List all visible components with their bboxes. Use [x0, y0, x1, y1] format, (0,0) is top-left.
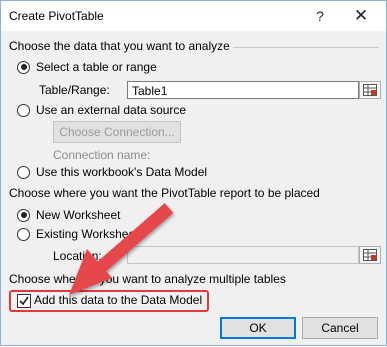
add-to-data-model-label: Add this data to the Data Model [34, 293, 203, 307]
connection-name-label: Connection name: [53, 148, 151, 162]
radio-external-source[interactable]: Use an external data source [17, 102, 186, 118]
multiple-tables-section-title: Choose whether you want to analyze multi… [9, 272, 286, 286]
radio-existing-worksheet-dot[interactable] [17, 227, 30, 241]
existing-worksheet-label: Existing Worksheet [36, 227, 139, 241]
radio-existing-worksheet[interactable]: Existing Worksheet [17, 226, 139, 242]
add-to-data-model-checkbox[interactable] [17, 294, 31, 308]
radio-new-worksheet[interactable]: New Worksheet [17, 207, 120, 223]
help-button[interactable]: ? [309, 5, 331, 27]
section-divider [233, 47, 379, 48]
radio-data-model[interactable]: Use this workbook's Data Model [17, 164, 207, 180]
dialog-title: Create PivotTable [9, 9, 104, 23]
close-button[interactable]: ✕ [341, 3, 381, 29]
radio-select-table[interactable]: Select a table or range [17, 59, 157, 75]
range-select-icon [363, 249, 377, 261]
choose-connection-button[interactable]: Choose Connection... [53, 121, 181, 143]
new-worksheet-label: New Worksheet [36, 208, 121, 222]
radio-select-table-dot[interactable] [17, 60, 30, 74]
checkmark-icon [19, 296, 29, 306]
location-collapse-button[interactable] [359, 246, 381, 264]
select-table-label: Select a table or range [36, 60, 157, 74]
location-input[interactable] [127, 246, 359, 264]
analyze-section-title: Choose the data that you want to analyze [9, 39, 230, 53]
location-label: Location: [53, 249, 102, 263]
title-bar: Create PivotTable ? ✕ [1, 1, 386, 31]
create-pivottable-dialog: Create PivotTable ? ✕ Choose the data th… [0, 0, 387, 346]
data-model-label: Use this workbook's Data Model [36, 165, 208, 179]
table-range-label: Table/Range: [39, 83, 110, 97]
table-range-collapse-button[interactable] [359, 81, 381, 99]
ok-button[interactable]: OK [220, 317, 296, 339]
cancel-button[interactable]: Cancel [302, 317, 378, 339]
range-select-icon [363, 84, 377, 96]
placement-section-title: Choose where you want the PivotTable rep… [9, 186, 320, 200]
external-source-label: Use an external data source [36, 103, 187, 117]
table-range-input[interactable]: Table1 [127, 81, 359, 99]
radio-new-worksheet-dot[interactable] [17, 208, 30, 222]
radio-external-source-dot[interactable] [17, 103, 30, 117]
radio-data-model-dot[interactable] [17, 165, 30, 179]
